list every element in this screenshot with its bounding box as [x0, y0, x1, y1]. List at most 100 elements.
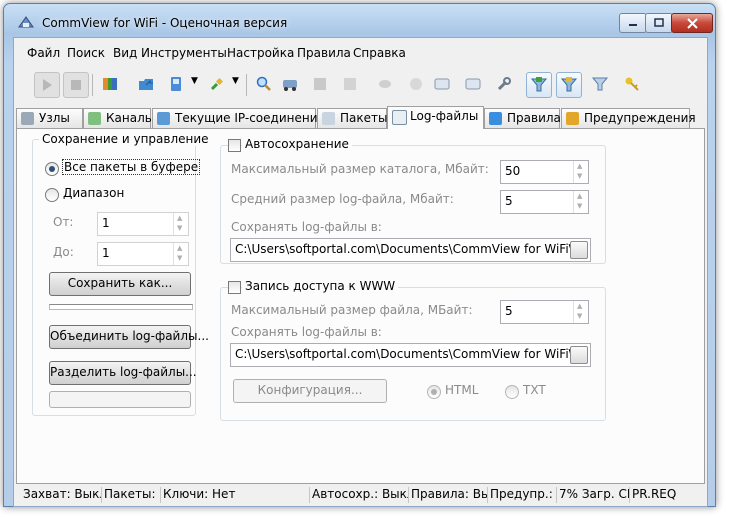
browse-folder-icon[interactable]: [570, 241, 588, 259]
menu-help[interactable]: Справка: [353, 46, 406, 60]
radio-range[interactable]: [45, 188, 59, 202]
tab-packets[interactable]: Пакеты: [317, 108, 387, 128]
wrench-icon: [497, 77, 511, 91]
stop-icon: [71, 80, 81, 90]
filter-m-icon: [561, 77, 577, 92]
network-icon: [344, 78, 356, 90]
tool-button[interactable]: [308, 72, 332, 96]
from-label: От:: [53, 215, 74, 229]
tab-logfiles[interactable]: Log-файлы: [387, 106, 484, 129]
www-checkbox[interactable]: [228, 281, 241, 294]
maximize-button[interactable]: [645, 13, 673, 33]
play-icon: [43, 79, 52, 91]
tab-nodes[interactable]: Узлы: [16, 108, 83, 128]
www-path-field[interactable]: C:\Users\softportal.com\Documents\CommVi…: [230, 343, 591, 367]
tool-button[interactable]: [278, 72, 302, 96]
menu-file[interactable]: Файл: [27, 46, 60, 60]
status-rules: Правила: Вык: [408, 487, 488, 503]
tool-button[interactable]: [338, 72, 362, 96]
filter-ip-button[interactable]: [588, 72, 612, 96]
eye-icon: [379, 80, 391, 88]
autosave-path-field[interactable]: C:\Users\softportal.com\Documents\CommVi…: [230, 238, 591, 262]
toolbar: ▼ ▼: [14, 68, 707, 102]
logfiles-panel: Сохранение и управление Все пакеты в буф…: [16, 128, 705, 484]
filter-d-button[interactable]: [526, 72, 552, 98]
save-as-button[interactable]: Сохранить как...: [49, 272, 191, 296]
alerts-icon: [566, 112, 579, 125]
save-button[interactable]: [164, 72, 188, 96]
menu-search[interactable]: Поиск: [67, 46, 105, 60]
open-button[interactable]: [134, 72, 158, 96]
toolbar-separator: [246, 74, 247, 96]
filter-m-button[interactable]: [556, 72, 582, 98]
radio-range-label[interactable]: Диапазон: [63, 186, 124, 200]
settings-button[interactable]: [492, 72, 516, 96]
ip-tool-icon: [465, 78, 481, 90]
tab-channels[interactable]: Каналы: [83, 108, 154, 128]
to-stepper[interactable]: 1 ▲ ▼: [97, 242, 189, 266]
autosave-checkbox[interactable]: [228, 139, 241, 152]
autosave-label[interactable]: Автосохранение: [242, 137, 352, 151]
tab-rules[interactable]: Правила: [484, 108, 561, 128]
log-viewer-button[interactable]: [98, 72, 122, 96]
connections-icon: [157, 112, 170, 125]
tool-button[interactable]: [373, 72, 397, 96]
status-bar: Захват: Выкл. Пакеты: 0 Ключи: Нет Автос…: [14, 484, 707, 506]
radio-all-packets-label[interactable]: Все пакеты в буфере: [61, 159, 201, 175]
dropdown-arrow-icon[interactable]: ▼: [232, 76, 239, 86]
key-button[interactable]: [620, 72, 644, 96]
tab-connections[interactable]: Текущие IP-соединения: [152, 108, 325, 128]
minimize-button[interactable]: [619, 13, 647, 33]
filter-d-icon: [531, 77, 547, 92]
from-stepper[interactable]: 1 ▲ ▼: [97, 212, 189, 236]
menu-view[interactable]: Вид: [113, 46, 137, 60]
tcp-tool-button[interactable]: [430, 72, 454, 96]
dropdown-arrow-icon[interactable]: ▼: [191, 76, 198, 86]
status-cpu: 7% Загр. CPU: [556, 487, 630, 503]
radio-html[interactable]: [427, 385, 441, 399]
tab-strip: Узлы Каналы Текущие IP-соединения Пакеты…: [16, 106, 705, 129]
menu-rules[interactable]: Правила: [297, 46, 351, 60]
max-file-stepper[interactable]: 5 ▲ ▼: [500, 300, 589, 324]
status-autosave: Автосохр.: Выкл.: [309, 487, 409, 503]
packets-icon: [322, 112, 335, 125]
close-button[interactable]: [671, 13, 713, 33]
avg-size-stepper[interactable]: 5 ▲ ▼: [500, 190, 589, 214]
search-button[interactable]: [252, 72, 276, 96]
search-icon: [256, 76, 271, 91]
radio-txt[interactable]: [505, 385, 519, 399]
key-icon: [625, 77, 639, 91]
configuration-button[interactable]: Конфигурация...: [233, 379, 387, 403]
status-req: PR.REQ: [632, 487, 677, 501]
title-bar[interactable]: CommView for WiFi - Оценочная версия: [4, 4, 715, 34]
toolbar-separator: [92, 74, 93, 96]
save-icon: [171, 77, 181, 91]
ip-tool-button[interactable]: [461, 72, 485, 96]
radio-all-packets[interactable]: [45, 162, 59, 176]
radio-txt-label[interactable]: TXT: [523, 383, 546, 397]
connect-button[interactable]: [205, 72, 229, 96]
www-label[interactable]: Запись доступа к WWW: [242, 279, 399, 293]
menu-settings[interactable]: Настройка: [227, 46, 294, 60]
channels-icon: [88, 112, 101, 125]
client-area: Файл Поиск Вид Инструменты Настройка Пра…: [13, 37, 708, 507]
max-dir-stepper[interactable]: 50 ▲ ▼: [500, 160, 589, 184]
minimize-icon: [620, 14, 646, 32]
status-alerts: Предупр.: Вы: [487, 487, 557, 503]
menu-tools[interactable]: Инструменты: [141, 46, 227, 60]
bus-icon: [283, 80, 297, 91]
window-title: CommView for WiFi - Оценочная версия: [42, 16, 288, 30]
disabled-button: [49, 391, 191, 408]
tab-alerts[interactable]: Предупреждения: [561, 108, 696, 128]
close-icon: [672, 14, 712, 32]
merge-logs-button[interactable]: Объединить log-файлы...: [49, 325, 209, 349]
split-logs-button[interactable]: Разделить log-файлы...: [49, 361, 197, 385]
progress-bar: [49, 304, 193, 310]
stop-capture-button[interactable]: [63, 72, 89, 98]
radio-html-label[interactable]: HTML: [445, 383, 478, 397]
browse-folder-icon[interactable]: [570, 346, 588, 364]
start-capture-button[interactable]: [34, 72, 60, 98]
status-packets: Пакеты: 0: [101, 487, 161, 503]
tool-button[interactable]: [404, 72, 428, 96]
status-capture: Захват: Выкл.: [20, 487, 102, 503]
